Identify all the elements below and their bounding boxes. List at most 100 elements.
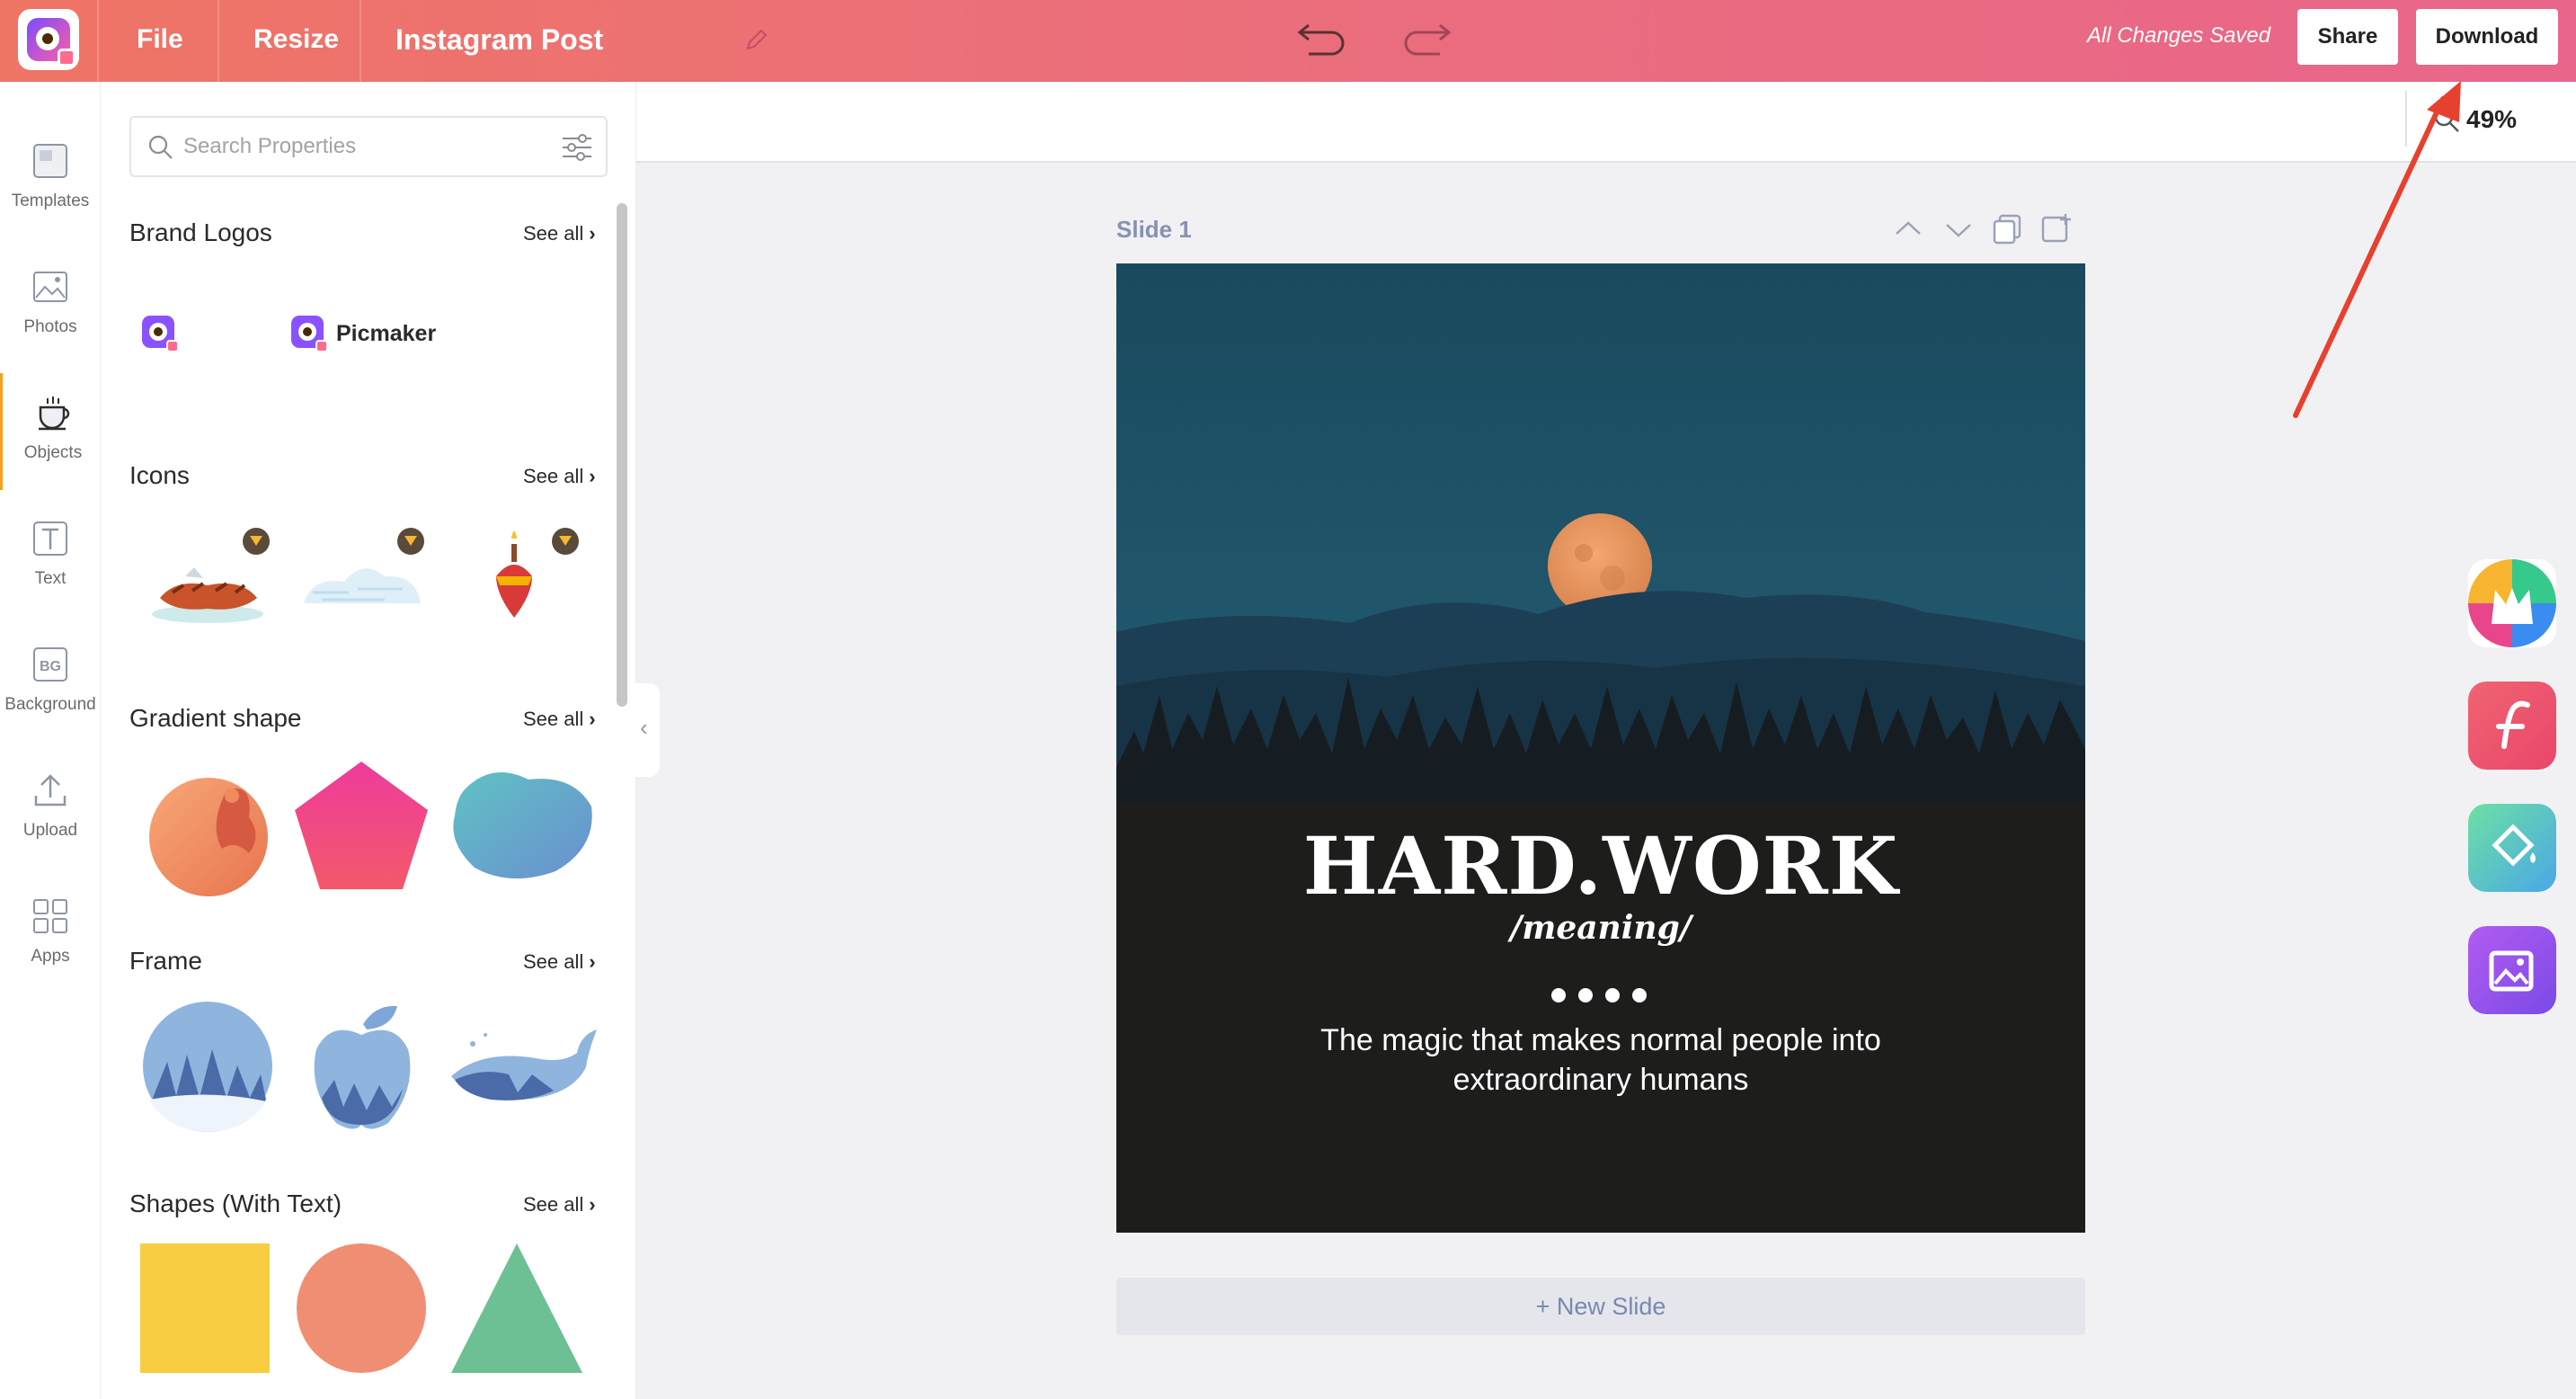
section-title-frame: Frame	[129, 947, 202, 975]
brand-logo-icon[interactable]	[140, 314, 180, 353]
zoom-control[interactable]: 49%	[2405, 82, 2571, 159]
chevron-right-icon: ›	[589, 708, 596, 730]
rail-item-label: Templates	[11, 192, 90, 210]
download-button[interactable]: Download	[2416, 9, 2558, 65]
rail-item-apps[interactable]: Apps	[0, 877, 101, 994]
see-all-frame[interactable]: See all ›	[523, 950, 596, 974]
new-slide-button[interactable]: + New Slide	[1116, 1278, 2085, 1335]
gradient-shape-blob-orange[interactable]	[137, 754, 280, 898]
shape-thumb-square[interactable]	[140, 1243, 270, 1373]
apps-icon	[33, 899, 67, 933]
slide-subheadline[interactable]: /meaning/	[1116, 909, 2085, 947]
svg-text:BG: BG	[40, 659, 61, 674]
icon-thumb-cloud[interactable]	[295, 549, 430, 630]
search-icon	[148, 135, 173, 159]
brand-logo-text: Picmaker	[336, 321, 437, 346]
see-all-label: See all	[523, 465, 584, 487]
color-palette-app-icon[interactable]	[2468, 559, 2556, 647]
app-window: File Resize Instagram Post All Changes S…	[0, 0, 2576, 1399]
see-all-label: See all	[523, 708, 584, 730]
shape-thumb-circle[interactable]	[297, 1243, 426, 1373]
rail-item-background[interactable]: BG Background	[0, 625, 101, 742]
chevron-right-icon: ›	[589, 950, 596, 973]
panel-scrollbar[interactable]	[617, 203, 627, 707]
templates-icon	[33, 144, 67, 178]
objects-icon	[39, 397, 70, 431]
chevron-right-icon: ›	[589, 1193, 596, 1216]
see-all-label: See all	[523, 222, 584, 245]
rail-item-label: Apps	[31, 947, 70, 966]
background-icon: BG	[33, 647, 67, 682]
image-editor-app-icon[interactable]	[2468, 926, 2556, 1014]
chevron-left-icon: ‹	[640, 714, 648, 741]
canvas-toolbar	[636, 82, 2576, 163]
objects-panel: Brand Logos See all› Picmaker Icons See …	[101, 82, 636, 1399]
gradient-shape-pentagon[interactable]	[289, 756, 433, 896]
edit-title-pencil-icon[interactable]	[742, 25, 771, 54]
shape-thumb-triangle[interactable]	[449, 1243, 584, 1373]
rail-item-text[interactable]: Text	[0, 499, 101, 616]
zoom-icon	[2434, 107, 2459, 132]
search-input[interactable]	[183, 127, 525, 166]
fonts-app-icon[interactable]	[2468, 682, 2556, 770]
rail-item-label: Text	[34, 569, 67, 588]
brand-logo-wordmark[interactable]: Picmaker	[289, 314, 469, 353]
section-title-icons: Icons	[129, 461, 190, 489]
see-all-brand-logos[interactable]: See all ›	[523, 222, 596, 245]
see-all-label: See all	[523, 950, 584, 973]
file-menu-button[interactable]: File	[137, 0, 183, 82]
see-all-shapes-with-text[interactable]: See all ›	[523, 1193, 596, 1216]
section-title-shapes-with-text: Shapes (With Text)	[129, 1190, 342, 1217]
frame-thumb-apple[interactable]	[304, 999, 421, 1134]
share-button[interactable]: Share	[2297, 9, 2398, 65]
document-title[interactable]: Instagram Post	[395, 0, 603, 82]
premium-badge-icon	[243, 528, 270, 555]
chevron-right-icon: ›	[589, 222, 596, 245]
see-all-gradient-shape[interactable]: See all ›	[523, 708, 596, 731]
rail-item-label: Background	[4, 695, 96, 714]
divider	[2405, 91, 2407, 147]
rail-item-upload[interactable]: Upload	[0, 751, 101, 868]
frame-thumb-circle-forest[interactable]	[140, 999, 275, 1134]
fill-color-app-icon[interactable]	[2468, 804, 2556, 892]
filter-settings-icon[interactable]	[561, 132, 593, 163]
picmaker-logo[interactable]	[18, 9, 79, 70]
icon-thumb-roast[interactable]	[140, 542, 275, 632]
photos-icon	[33, 272, 67, 302]
rail-item-label: Photos	[23, 317, 77, 336]
chevron-right-icon: ›	[589, 465, 596, 487]
slide-canvas[interactable]: HARD.WORK /meaning/ The magic that makes…	[1116, 263, 2085, 1233]
divider	[218, 0, 219, 82]
rail-item-label: Objects	[23, 443, 83, 462]
undo-icon[interactable]	[1296, 14, 1348, 59]
save-status: All Changes Saved	[2087, 23, 2271, 48]
divider	[97, 0, 99, 82]
rail-item-templates[interactable]: Templates	[0, 121, 101, 238]
see-all-label: See all	[523, 1193, 584, 1216]
picmaker-mark-icon	[291, 316, 328, 352]
move-slide-up-icon[interactable]	[1891, 212, 1925, 246]
duplicate-slide-icon[interactable]	[1990, 212, 2024, 246]
premium-badge-icon	[397, 528, 424, 555]
slide-tagline[interactable]: The magic that makes normal people into …	[1233, 1020, 1968, 1100]
redo-icon[interactable]	[1400, 14, 1452, 59]
slide-title: Slide 1	[1116, 216, 1192, 243]
rail-item-label: Upload	[22, 821, 78, 840]
icon-thumb-spinning-top[interactable]	[487, 531, 541, 630]
divider	[360, 0, 361, 82]
see-all-icons[interactable]: See all ›	[523, 465, 596, 488]
rail-item-photos[interactable]: Photos	[0, 247, 101, 364]
section-title-brand-logos: Brand Logos	[129, 218, 272, 246]
resize-button[interactable]: Resize	[253, 0, 339, 82]
add-slide-icon[interactable]	[2040, 212, 2074, 246]
zoom-level: 49%	[2466, 105, 2518, 133]
frame-thumb-whale[interactable]	[446, 1017, 600, 1116]
gradient-shape-blob-blue[interactable]	[448, 762, 597, 887]
rail-item-objects[interactable]: Objects	[0, 373, 101, 490]
collapse-panel-button[interactable]: ‹	[635, 683, 660, 777]
top-bar: File Resize Instagram Post All Changes S…	[0, 0, 2576, 82]
premium-badge-icon	[552, 528, 579, 555]
section-title-gradient-shape: Gradient shape	[129, 704, 302, 732]
move-slide-down-icon[interactable]	[1941, 212, 1976, 246]
slide-headline[interactable]: HARD.WORK	[1116, 819, 2085, 913]
